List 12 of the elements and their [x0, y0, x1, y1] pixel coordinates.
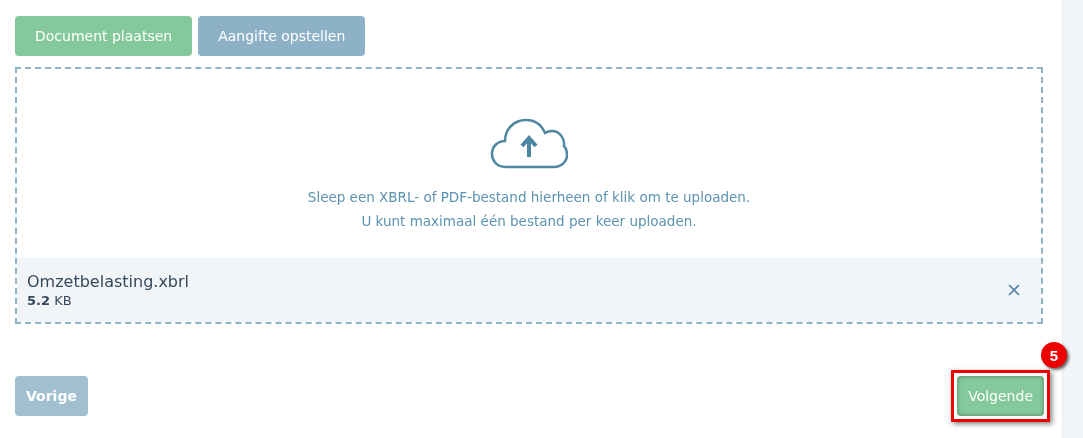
- back-button[interactable]: Vorige: [15, 376, 88, 416]
- step-badge: 5: [1041, 342, 1067, 368]
- tab[interactable]: Aangifte opstellen: [198, 16, 366, 56]
- file-size: 5.2 KB: [27, 293, 73, 308]
- close-icon[interactable]: [1008, 284, 1020, 296]
- tab[interactable]: Document plaatsen: [15, 16, 193, 56]
- upload-instruction: U kunt maximaal één bestand per keer uploaden.: [360, 212, 698, 231]
- cloud-upload-icon: [490, 117, 568, 169]
- next-button[interactable]: Volgende: [957, 376, 1044, 416]
- upload-dropzone[interactable]: Sleep een XBRL- of PDF-bestand hierheen of klik om te uploaden. U kunt maximaal één bestand per keer uploaden. Omzetbelasting.xbrl 5.2 KB: [15, 67, 1043, 324]
- file-name: Omzetbelasting.xbrl: [27, 272, 190, 291]
- upload-instruction: Sleep een XBRL- of PDF-bestand hierheen of klik om te uploaden.: [307, 188, 751, 207]
